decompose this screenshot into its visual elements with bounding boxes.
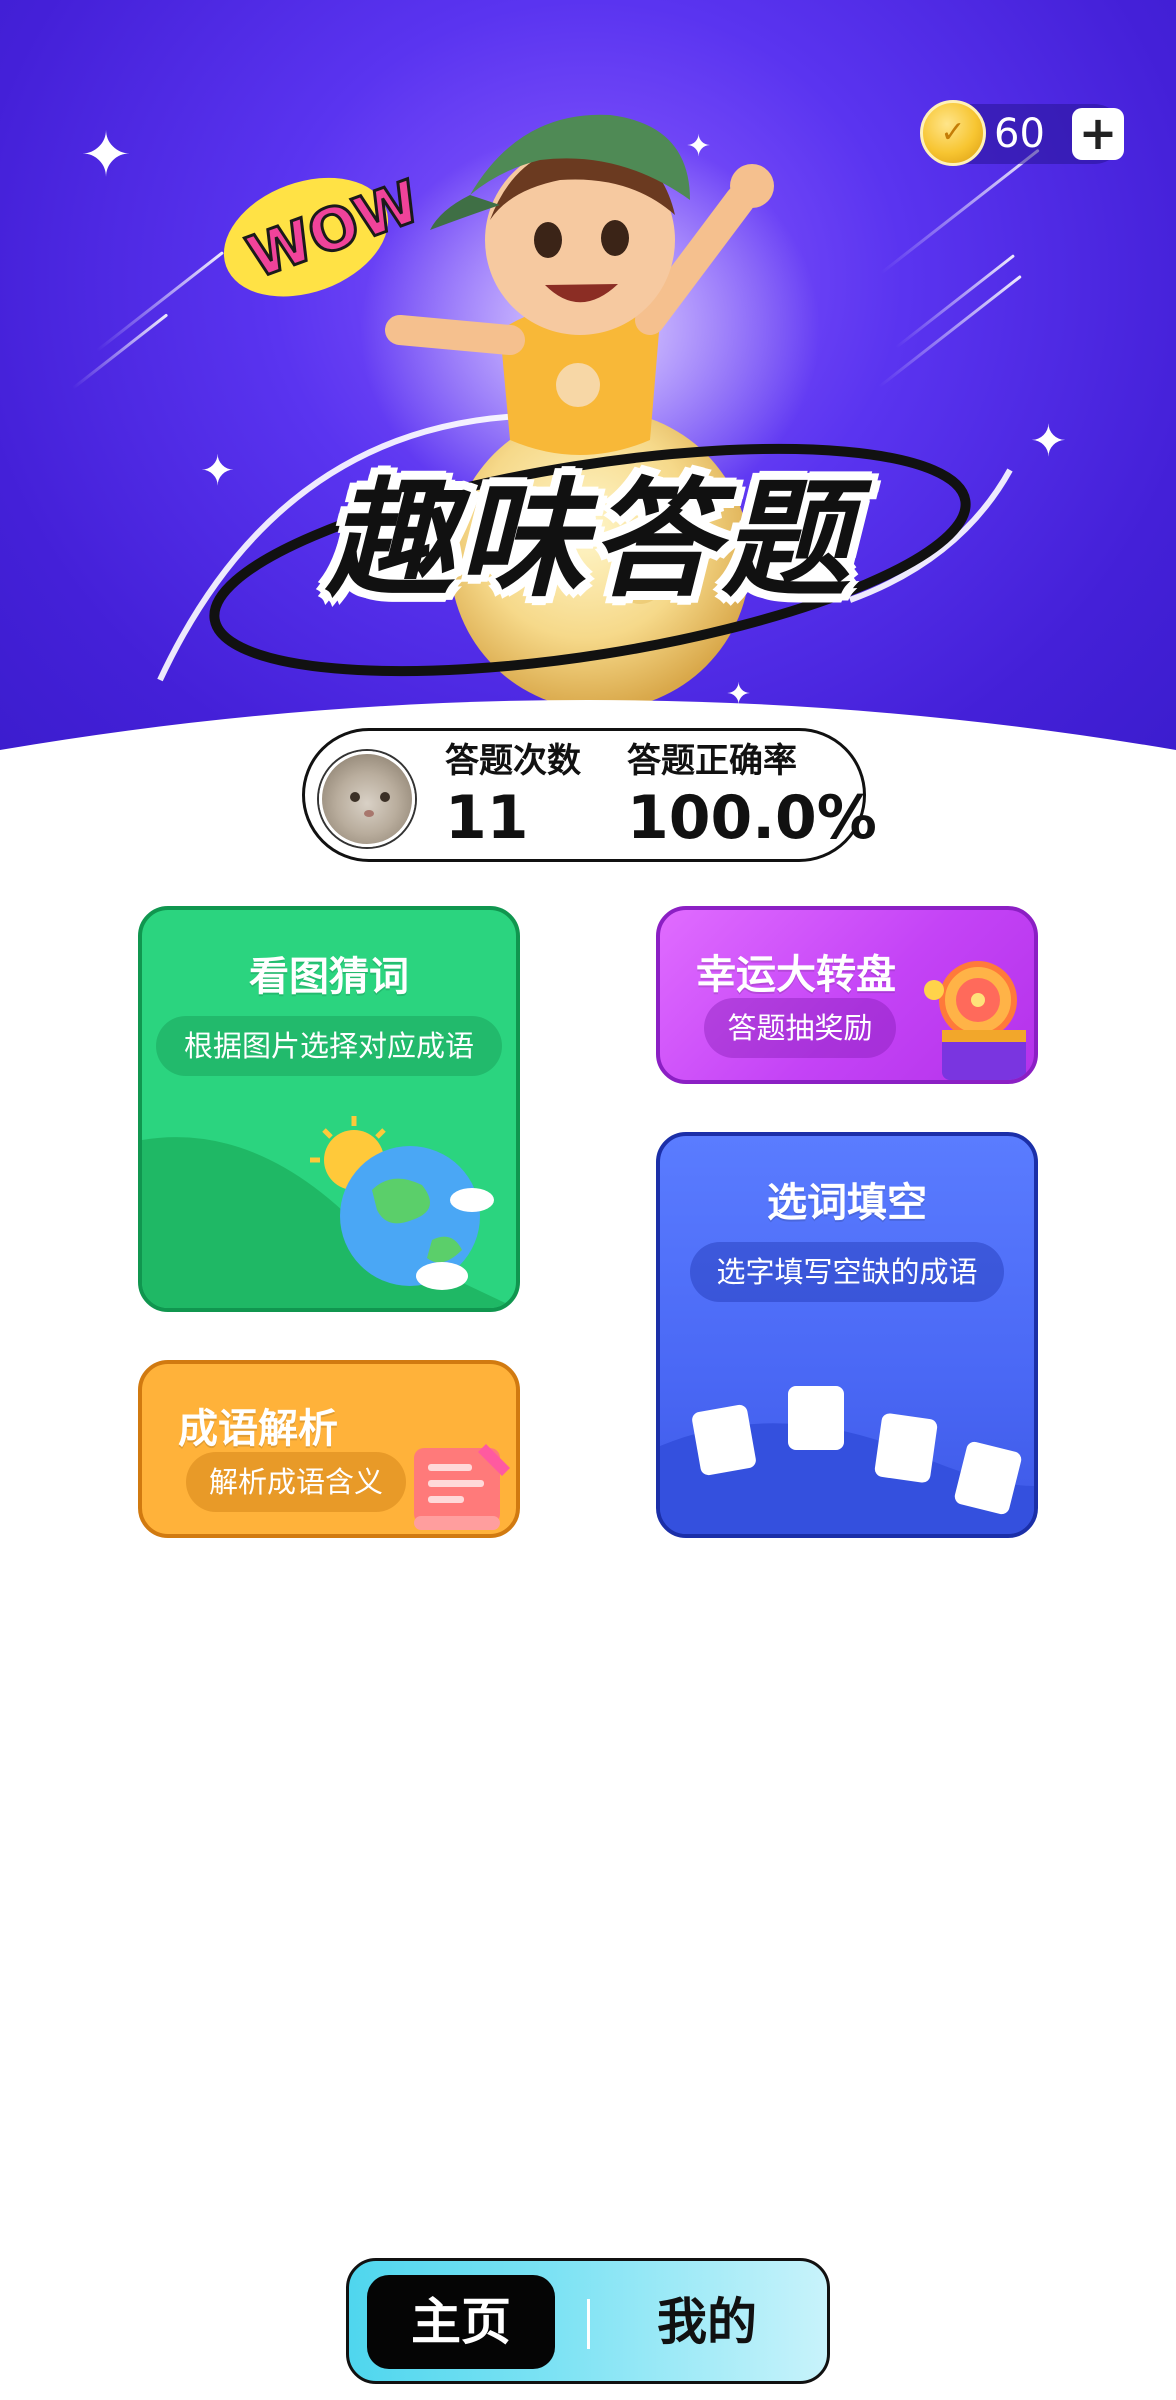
idiom-analysis-card[interactable]: 成语解析 解析成语含义 [138, 1360, 520, 1538]
globe-icon [142, 1116, 516, 1308]
avatar[interactable] [319, 751, 415, 847]
stats-capsule: 答题次数 11 答题正确率 100.0% [302, 728, 877, 862]
picture-guess-card[interactable]: 看图猜词 根据图片选择对应成语 [138, 906, 520, 1312]
fill-blank-card[interactable]: 选词填空 选字填写空缺的成语 [656, 1132, 1038, 1538]
card-title: 看图猜词 [249, 954, 409, 1000]
accuracy-label: 答题正确率 [627, 741, 797, 781]
accuracy-value: 100.0% [627, 783, 877, 853]
answer-count-label: 答题次数 [445, 741, 581, 781]
answer-count-value: 11 [445, 783, 529, 853]
card-tile-icon [874, 1413, 938, 1483]
card-subtitle: 根据图片选择对应成语 [156, 1016, 502, 1076]
card-tiles-illustration [660, 1386, 1034, 1534]
card-title: 成语解析 [178, 1406, 338, 1452]
lucky-wheel-card[interactable]: 幸运大转盘 答题抽奖励 [656, 906, 1038, 1084]
add-coins-button[interactable]: + [1072, 108, 1124, 160]
coin-icon: ✓ [920, 100, 986, 166]
card-subtitle: 答题抽奖励 [704, 998, 896, 1058]
coin-count: 60 [994, 111, 1045, 157]
scroll-icon [414, 1444, 510, 1530]
card-tile-icon [788, 1386, 844, 1450]
card-tile-icon [692, 1404, 756, 1476]
card-subtitle: 解析成语含义 [186, 1452, 406, 1512]
card-title: 幸运大转盘 [696, 952, 896, 998]
card-subtitle: 选字填写空缺的成语 [690, 1242, 1004, 1302]
lucky-wheel-icon [924, 961, 1026, 1080]
app-title: 趣味答题 [325, 465, 854, 615]
bottom-nav: 主页 我的 [346, 2258, 830, 2384]
card-title: 选词填空 [767, 1180, 927, 1226]
nav-mine-tab[interactable]: 我的 [613, 2275, 801, 2369]
nav-home-tab[interactable]: 主页 [367, 2275, 555, 2369]
nav-divider [587, 2299, 590, 2349]
